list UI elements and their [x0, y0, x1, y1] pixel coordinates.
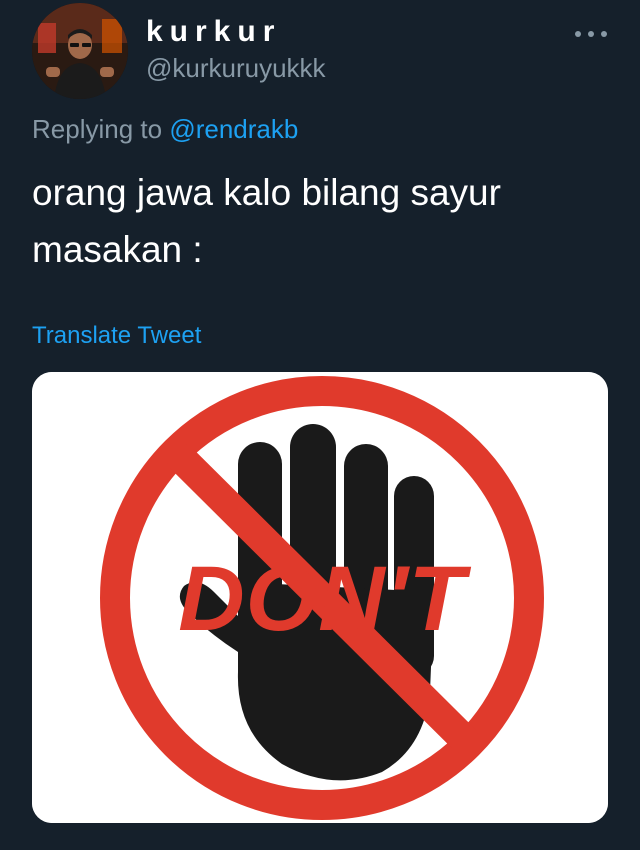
display-name[interactable]: kurkur: [146, 14, 281, 50]
tweet: kurkur @kurkuruyukkk Replying to @rendra…: [0, 0, 640, 850]
tweet-media-image[interactable]: DON'T: [32, 372, 608, 823]
stop-hand-prohibition-sign: DON'T: [32, 372, 608, 823]
tweet-text-line: orang jawa kalo bilang sayur: [32, 172, 501, 213]
more-dots-icon: [575, 31, 607, 37]
replying-prefix: Replying to: [32, 114, 170, 144]
tweet-text: orang jawa kalo bilang sayur masakan :: [32, 164, 592, 278]
reply-mention-link[interactable]: @rendrakb: [169, 114, 298, 144]
more-options-button[interactable]: [566, 20, 616, 48]
user-handle[interactable]: @kurkuruyukkk: [146, 52, 326, 84]
replying-to: Replying to @rendrakb: [32, 112, 298, 146]
avatar[interactable]: [32, 3, 128, 99]
translate-tweet-link[interactable]: Translate Tweet: [32, 320, 201, 352]
avatar-photo: [32, 3, 128, 99]
sign-text: DON'T: [178, 548, 471, 650]
tweet-text-line: masakan :: [32, 229, 203, 270]
